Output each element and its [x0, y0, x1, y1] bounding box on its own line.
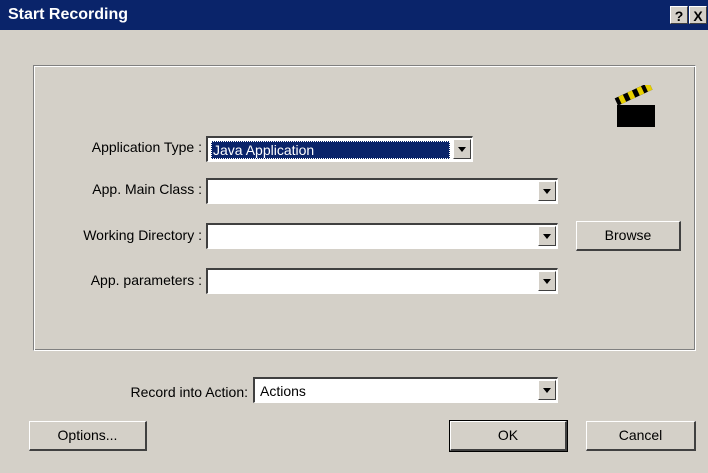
- main-class-field[interactable]: [206, 178, 558, 204]
- working-directory-value: [211, 228, 535, 246]
- parameters-value: [211, 273, 535, 291]
- title-bar: Start Recording ? X: [0, 0, 708, 30]
- record-into-action-value: Actions: [260, 383, 306, 399]
- main-class-label: App. Main Class :: [92, 181, 202, 197]
- options-button[interactable]: Options...: [29, 421, 147, 451]
- chevron-down-icon[interactable]: [538, 271, 556, 291]
- close-button[interactable]: X: [689, 6, 707, 24]
- clapperboard-icon: [614, 85, 655, 127]
- application-settings-group: [33, 65, 696, 351]
- main-class-value: [211, 183, 535, 201]
- application-type-value: Java Application: [211, 141, 450, 159]
- record-into-action-label: Record into Action:: [130, 384, 248, 400]
- cancel-button[interactable]: Cancel: [586, 421, 696, 451]
- chevron-down-icon[interactable]: [538, 380, 556, 400]
- parameters-field[interactable]: [206, 268, 558, 294]
- browse-button[interactable]: Browse: [576, 221, 681, 251]
- working-directory-label: Working Directory :: [83, 227, 202, 243]
- working-directory-field[interactable]: [206, 223, 558, 249]
- chevron-down-icon[interactable]: [453, 139, 471, 159]
- record-into-action-select[interactable]: Actions: [253, 377, 558, 403]
- application-type-label: Application Type :: [91, 139, 202, 155]
- parameters-label: App. parameters :: [90, 272, 202, 288]
- ok-button[interactable]: OK: [449, 420, 568, 452]
- help-button[interactable]: ?: [670, 6, 688, 24]
- application-type-select[interactable]: Java Application: [206, 136, 473, 162]
- chevron-down-icon[interactable]: [538, 181, 556, 201]
- window-title: Start Recording: [8, 6, 129, 23]
- chevron-down-icon[interactable]: [538, 226, 556, 246]
